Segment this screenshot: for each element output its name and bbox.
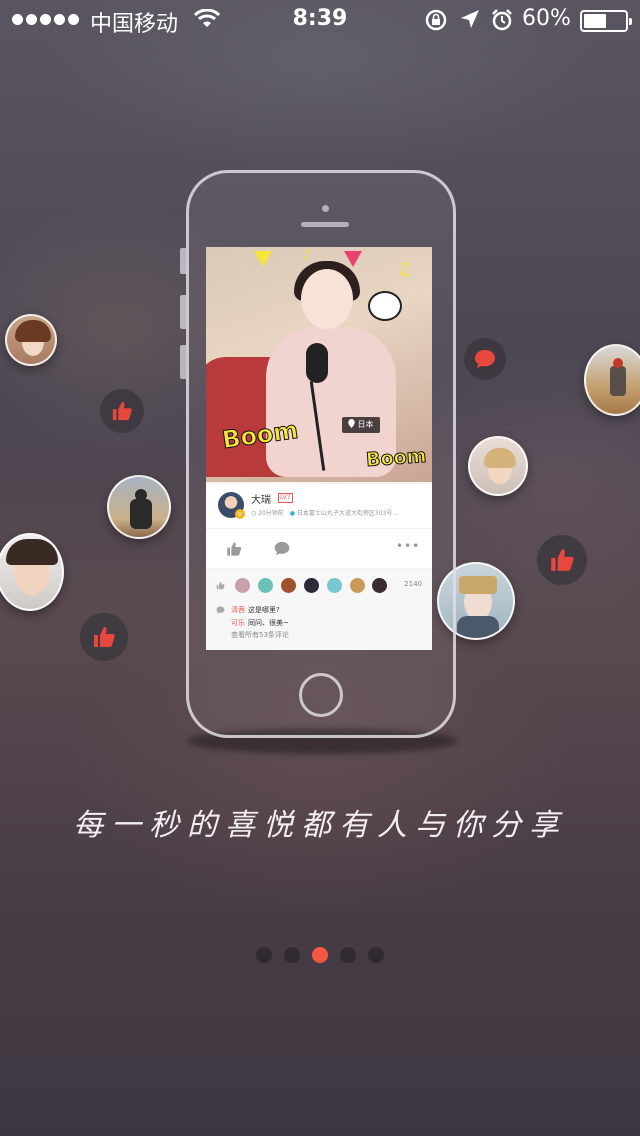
phone-speaker [301,222,349,227]
liker-avatar [372,578,387,593]
page-dot[interactable] [312,947,328,963]
liker-avatar [258,578,273,593]
more-options-icon: ••• [396,539,421,553]
likes-row: 2140 [206,570,432,600]
battery-percentage: 60% [522,6,571,31]
page-indicator[interactable] [0,947,640,963]
phone-home-button [299,673,343,717]
battery-icon [580,10,632,32]
comment-item: 清茜 这是哪里? [231,605,280,615]
liker-avatar [304,578,319,593]
page-dot[interactable] [256,947,272,963]
like-bubble [537,535,587,585]
author-name: 大瑞 [251,495,271,506]
page-dot[interactable] [368,947,384,963]
avatar-girl-top-left [5,314,57,366]
thumbs-up-icon [94,627,115,647]
comment-text: 这是哪里? [248,606,280,614]
page-dot[interactable] [284,947,300,963]
map-pin-icon: ● [289,510,295,517]
lock-rotation-icon [425,9,447,31]
thumbs-up-icon [227,542,242,556]
location-arrow-icon [461,10,479,28]
thumbs-up-icon [551,549,574,571]
post-actions: ••• [206,528,432,568]
location-tag-label: 日本 [357,420,374,429]
post-photo: ♫ ♪ Boom Boom 日本 [206,247,432,482]
battery-level-fill [584,14,607,28]
post-time: 20分钟前 [258,510,284,517]
onboarding-tagline: 每一秒的喜悦都有人与你分享 [73,808,567,843]
post-address: 日本富士山丸子大道大街旁区303号... [296,510,399,517]
page-dot[interactable] [340,947,356,963]
like-count: 2140 [404,580,422,588]
liker-avatar [235,578,250,593]
location-tag: 日本 [342,417,380,433]
post-meta: ◷ 20分钟前 ● 日本富士山丸子大道大街旁区303号... [251,508,398,517]
liker-avatar [281,578,296,593]
avatar-man-walking [107,475,171,539]
phone-screen: ♫ ♪ Boom Boom 日本 v 大瑞 LV7 ◷ 20分钟前 ● 日本富士… [206,247,432,650]
thumbs-up-icon [112,401,132,421]
sticker-boom: Boom [365,444,428,472]
view-all-comments: 查看所有53条评论 [231,631,289,639]
comment-text: 同问、很美~ [248,619,289,627]
level-badge: LV7 [278,493,293,503]
comments-section: 清茜 这是哪里? 可乐 同问、很美~ 查看所有53条评论 [206,600,432,650]
chat-bubble-icon [274,541,290,556]
liker-avatar [327,578,342,593]
liker-avatar [350,578,365,593]
map-pin-icon [348,419,355,428]
comment-user: 可乐 [231,619,245,627]
like-bubble [80,613,128,661]
chat-bubble-icon [475,349,495,369]
comment-user: 清茜 [231,606,245,614]
post-author-row: v 大瑞 LV7 ◷ 20分钟前 ● 日本富士山丸子大道大街旁区303号... [206,484,432,528]
chat-bubble-icon [216,606,225,614]
thumbs-up-icon [216,581,225,590]
avatar-field-walker [584,344,640,416]
avatar-child-blonde [468,436,528,496]
comment-bubble [464,338,506,380]
comment-item: 可乐 同问、很美~ [231,618,289,628]
alarm-icon [492,9,512,31]
like-bubble [100,389,144,433]
clock-icon: ◷ [251,510,257,517]
verified-badge-icon: v [235,509,245,519]
phone-camera [322,205,329,212]
status-bar: 中国移动 8:39 60% [0,0,640,40]
